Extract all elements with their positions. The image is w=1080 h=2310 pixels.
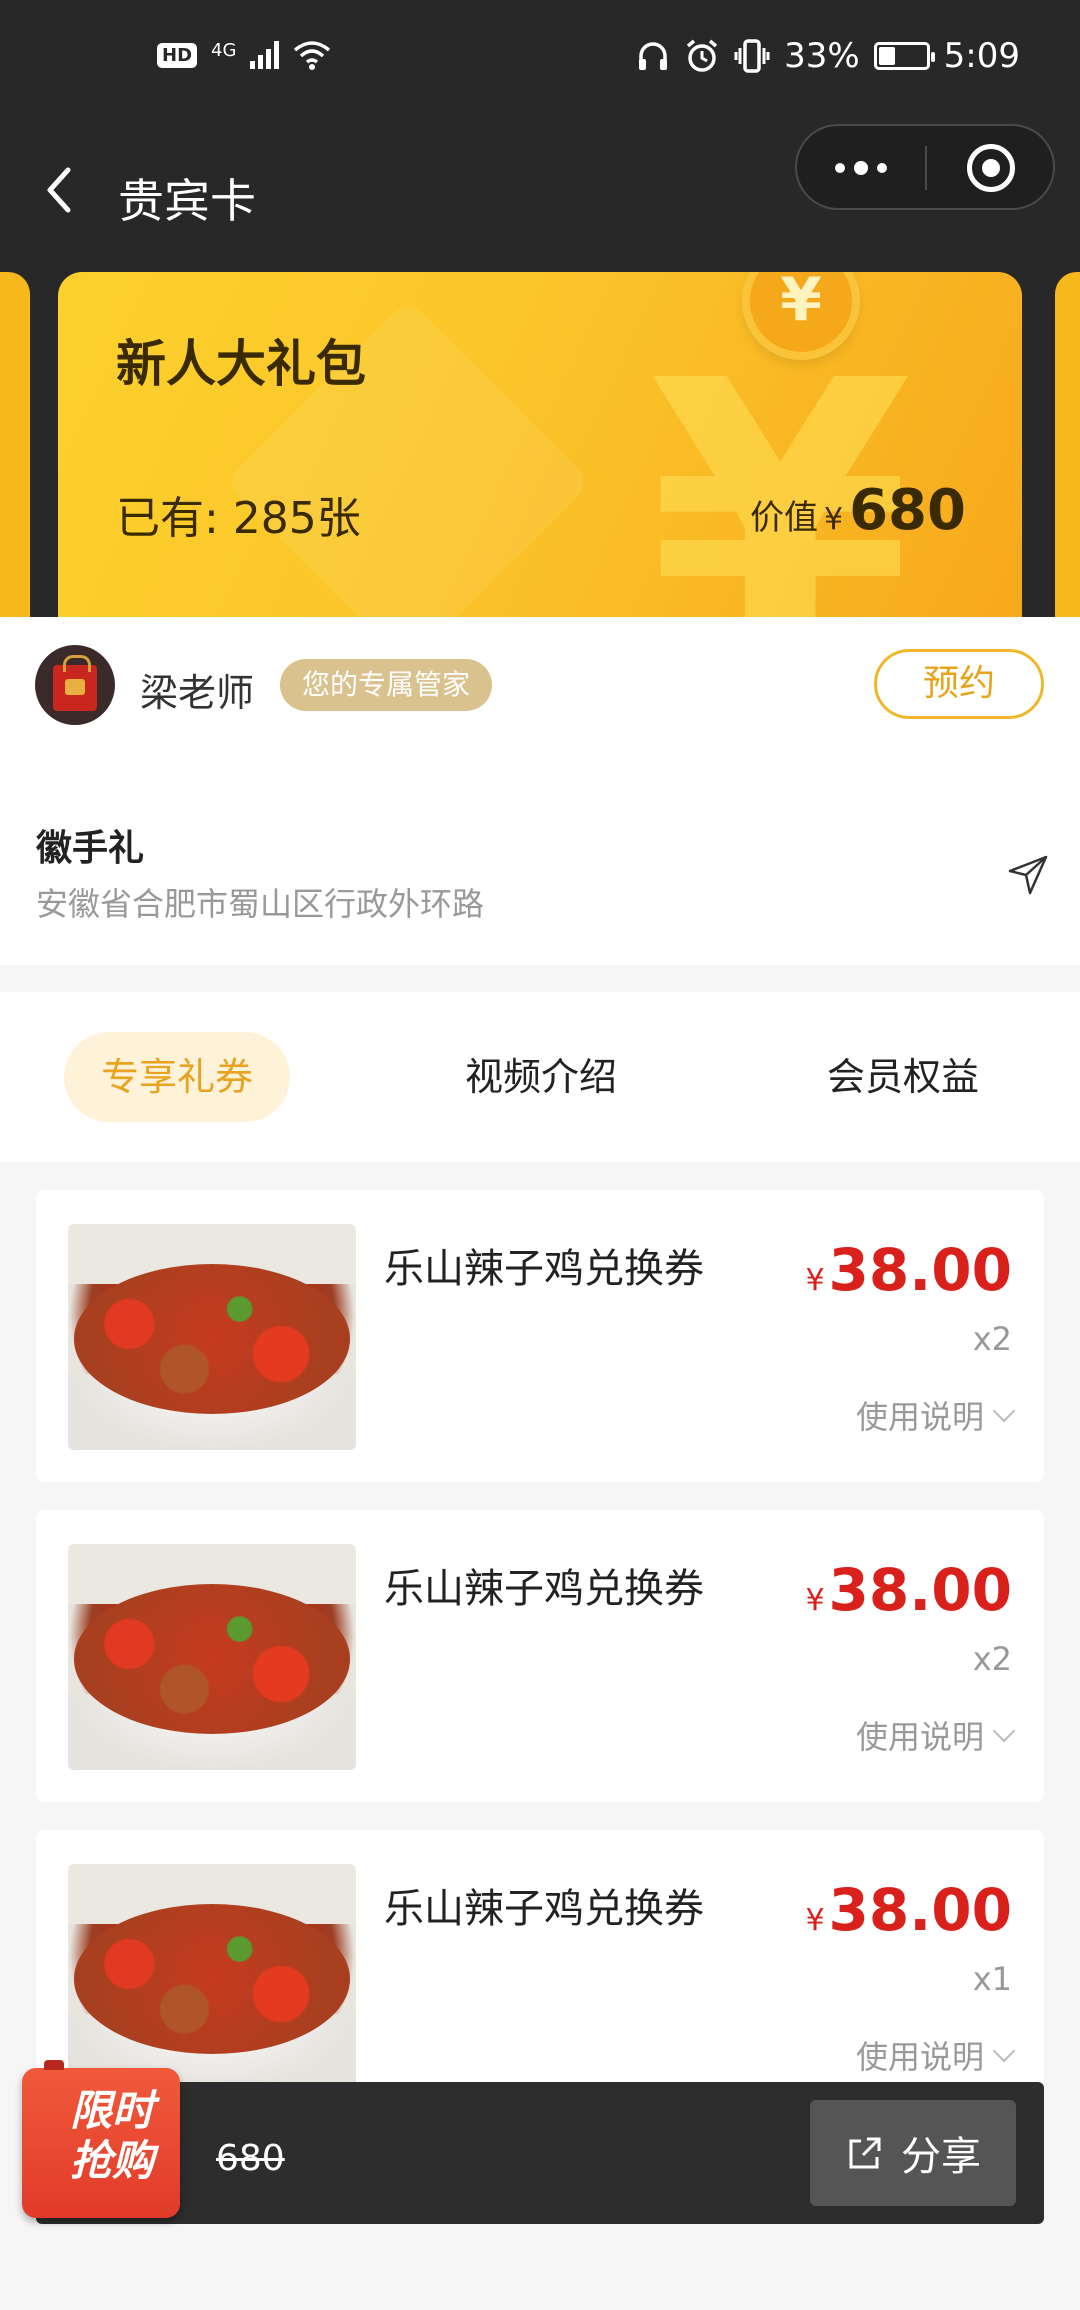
more-options-button[interactable] xyxy=(797,126,925,210)
headphones-icon xyxy=(639,42,668,70)
status-right: 33% 5:09 xyxy=(636,36,1020,76)
shop-address: 安徽省合肥市蜀山区行政外环路 xyxy=(36,885,485,923)
coupon-quantity: x1 xyxy=(972,1960,1012,1998)
coupon-quantity: x2 xyxy=(972,1640,1012,1678)
coupon-image xyxy=(68,1864,356,2090)
page-title: 贵宾卡 xyxy=(118,174,256,228)
reserve-button[interactable]: 预约 xyxy=(874,649,1044,719)
status-bar: HD 4G 33% 5:09 xyxy=(0,0,1080,120)
coupon-price: ¥ 38.00 xyxy=(805,1236,1012,1304)
usage-label: 使用说明 xyxy=(855,2038,984,2076)
info-section: 梁老师 您的专属管家 预约 徽手礼 安徽省合肥市蜀山区行政外环路 xyxy=(0,617,1080,965)
coupon-card[interactable]: 乐山辣子鸡兑换券 ¥ 38.00 x1 使用说明 xyxy=(36,1830,1044,2122)
nav-bar: 贵宾卡 xyxy=(0,120,1080,260)
card-value-amount: 680 xyxy=(849,478,966,543)
usage-label: 使用说明 xyxy=(855,1718,984,1756)
gift-card[interactable]: ¥ ¥ 新人大礼包 已有: 285张 价值 ¥ 680 xyxy=(58,272,1022,617)
more-dot-icon xyxy=(835,163,845,173)
coupon-name: 乐山辣子鸡兑换券 xyxy=(384,1246,704,1292)
flash-sale-line2: 抢购 xyxy=(70,2136,155,2185)
status-time: 5:09 xyxy=(943,36,1020,76)
back-icon[interactable] xyxy=(38,160,82,220)
usage-instructions-toggle[interactable]: 使用说明 xyxy=(855,2032,1016,2078)
more-dot-icon xyxy=(854,161,868,175)
usage-label: 使用说明 xyxy=(855,1398,984,1436)
avatar xyxy=(35,645,115,725)
card-value-currency: ¥ xyxy=(824,502,844,537)
original-price: 680 xyxy=(216,2138,285,2179)
coupon-quantity: x2 xyxy=(972,1320,1012,1358)
coupon-image xyxy=(68,1224,356,1450)
coupon-name: 乐山辣子鸡兑换券 xyxy=(384,1566,704,1612)
coupon-price-amount: 38.00 xyxy=(828,1236,1012,1304)
tab-exclusive-coupons[interactable]: 专享礼券 xyxy=(64,1032,290,1122)
chevron-down-icon xyxy=(992,1399,1016,1423)
manager-name: 梁老师 xyxy=(140,671,255,715)
network-label: 4G xyxy=(211,40,237,61)
shop-name: 徽手礼 xyxy=(36,828,145,869)
card-count: 已有: 285张 xyxy=(116,493,361,544)
coupon-card[interactable]: 乐山辣子鸡兑换券 ¥ 38.00 x2 使用说明 xyxy=(36,1190,1044,1482)
chevron-down-icon xyxy=(992,2039,1016,2063)
more-dot-icon xyxy=(877,163,887,173)
vibrate-icon xyxy=(734,39,770,73)
coupon-price: ¥ 38.00 xyxy=(805,1876,1012,1944)
coupon-currency: ¥ xyxy=(805,1583,825,1618)
tab-member-benefits[interactable]: 会员权益 xyxy=(790,1032,1016,1122)
card-value: 价值 ¥ 680 xyxy=(750,478,966,543)
usage-instructions-toggle[interactable]: 使用说明 xyxy=(855,1712,1016,1758)
usage-instructions-toggle[interactable]: 使用说明 xyxy=(855,1392,1016,1438)
coupon-currency: ¥ xyxy=(805,1263,825,1298)
miniprogram-capsule xyxy=(795,124,1055,210)
card-peek-right[interactable] xyxy=(1055,272,1080,617)
flash-sale-line1: 限时 xyxy=(70,2086,155,2135)
manager-badge: 您的专属管家 xyxy=(280,659,493,711)
card-title: 新人大礼包 xyxy=(116,335,366,393)
target-icon xyxy=(967,144,1015,192)
coupon-name: 乐山辣子鸡兑换券 xyxy=(384,1886,704,1932)
yen-watermark-icon: ¥ xyxy=(648,300,913,618)
coupon-price-amount: 38.00 xyxy=(828,1876,1012,1944)
share-label: 分享 xyxy=(901,2134,981,2180)
card-value-label: 价值 xyxy=(750,498,818,538)
signal-icon xyxy=(250,41,280,69)
coupon-image xyxy=(68,1544,356,1770)
flash-sale-badge: 限时 抢购 xyxy=(22,2060,180,2218)
coupon-price: ¥ 38.00 xyxy=(805,1556,1012,1624)
chevron-down-icon xyxy=(992,1719,1016,1743)
wifi-icon xyxy=(294,41,331,70)
battery-icon xyxy=(873,42,935,70)
card-peek-left[interactable] xyxy=(0,272,30,617)
navigation-icon[interactable] xyxy=(1006,853,1050,897)
alarm-icon xyxy=(686,39,718,72)
share-icon xyxy=(849,2137,881,2169)
status-left: HD 4G xyxy=(157,40,331,70)
coupon-currency: ¥ xyxy=(805,1903,825,1938)
hd-icon: HD xyxy=(157,42,198,68)
tab-video-intro[interactable]: 视频介绍 xyxy=(428,1032,654,1122)
coupon-price-amount: 38.00 xyxy=(828,1556,1012,1624)
gift-bag-icon xyxy=(53,655,97,711)
battery-percent: 33% xyxy=(784,36,860,76)
share-button[interactable]: 分享 xyxy=(810,2100,1016,2206)
coupon-card[interactable]: 乐山辣子鸡兑换券 ¥ 38.00 x2 使用说明 xyxy=(36,1510,1044,1802)
tab-bar: 专享礼券 视频介绍 会员权益 xyxy=(0,992,1080,1162)
close-miniprogram-button[interactable] xyxy=(927,126,1055,210)
